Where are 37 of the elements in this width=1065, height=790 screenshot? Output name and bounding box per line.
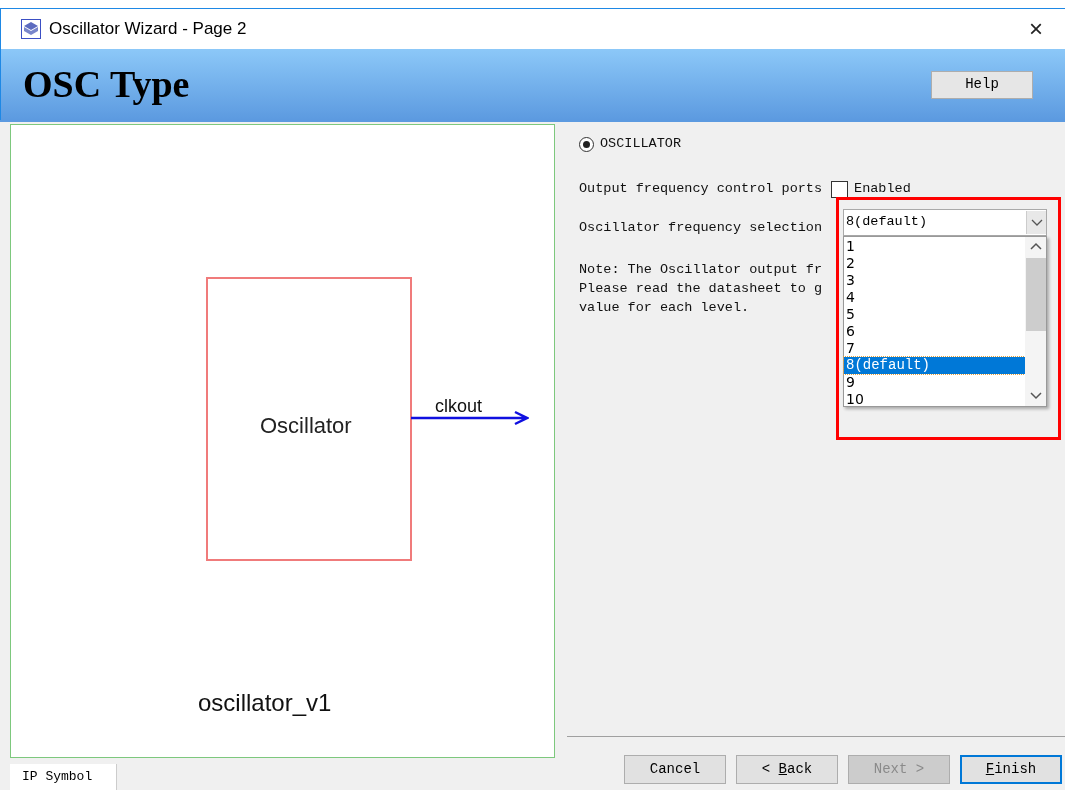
ports-label: Output frequency control ports	[579, 180, 823, 199]
frequency-dropdown[interactable]: 8(default)	[843, 209, 1047, 236]
dropdown-option[interactable]: 3	[844, 272, 1025, 289]
block-label: Oscillator	[260, 412, 352, 440]
wizard-button[interactable]: Finish	[960, 755, 1062, 784]
enabled-checkbox[interactable]	[831, 180, 849, 198]
frequency-label: Oscillator frequency selection	[579, 219, 823, 235]
dropdown-option[interactable]: 10	[844, 391, 1025, 408]
scroll-down-icon[interactable]	[1029, 392, 1042, 400]
chevron-down-icon	[1030, 218, 1043, 227]
radio-button[interactable]	[579, 136, 594, 152]
instance-label: oscillator_v1	[198, 688, 332, 718]
window-title: Oscillator Wizard - Page 2	[49, 18, 247, 41]
wizard-button[interactable]: < Back	[736, 755, 838, 784]
dropdown-option[interactable]: 5	[844, 306, 1025, 323]
scroll-thumb[interactable]	[1025, 258, 1046, 331]
port-label: clkout	[435, 395, 483, 418]
scrollbar[interactable]	[1025, 237, 1046, 406]
dropdown-option[interactable]: 2	[844, 255, 1025, 272]
dropdown-option[interactable]: 7	[844, 340, 1025, 357]
note-text: Note: The Oscillator output fr	[579, 260, 823, 279]
checkbox-label: Enabled	[854, 180, 911, 199]
help-button[interactable]: Help	[931, 70, 1033, 99]
wizard-button[interactable]: Cancel	[624, 755, 726, 784]
radio-label: OSCILLATOR	[600, 135, 681, 153]
tab[interactable]: IP Symbol	[10, 764, 116, 790]
page-heading: OSC Type	[23, 62, 190, 108]
dropdown-option[interactable]: 8(default)	[844, 357, 1025, 374]
dropdown-option[interactable]: 4	[844, 289, 1025, 306]
scroll-up-icon[interactable]	[1029, 242, 1042, 250]
close-button[interactable]: ×	[1027, 17, 1045, 42]
dropdown-option[interactable]: 1	[844, 238, 1025, 255]
note-text: value for each level.	[579, 298, 750, 317]
app-icon	[21, 19, 41, 40]
dropdown-option[interactable]: 6	[844, 323, 1025, 340]
dropdown-option[interactable]: 9	[844, 374, 1025, 391]
note-text: Please read the datasheet to g	[579, 279, 823, 298]
